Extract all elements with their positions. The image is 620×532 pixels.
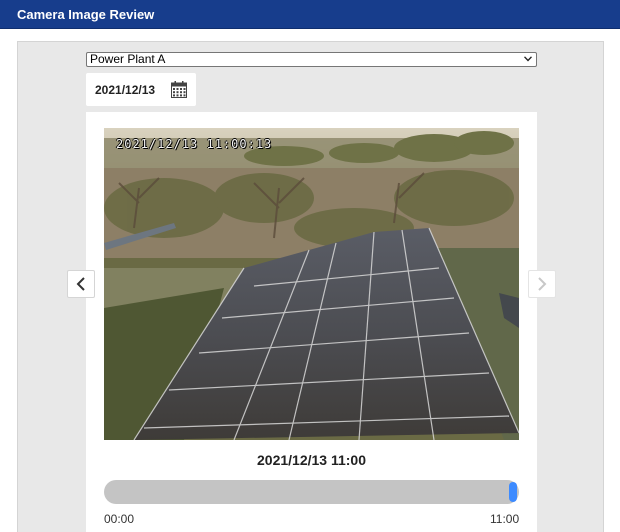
image-caption: 2021/12/13 11:00 — [257, 452, 366, 468]
camera-image: 2021/12/13 11:00:13 — [104, 128, 519, 440]
chevron-right-icon — [538, 277, 547, 291]
date-picker[interactable]: 2021/12/13 — [86, 73, 196, 106]
timeline-end-label: 11:00 — [490, 512, 520, 526]
solar-farm-photo — [104, 128, 519, 440]
next-image-button[interactable] — [528, 270, 556, 298]
chevron-down-icon — [524, 56, 532, 62]
calendar-icon[interactable] — [171, 81, 187, 98]
date-value: 2021/12/13 — [95, 83, 156, 97]
timeline-slider[interactable] — [104, 480, 519, 504]
chevron-left-icon — [76, 277, 85, 291]
timeline-start-label: 00:00 — [104, 512, 135, 526]
timeline-thumb[interactable] — [509, 482, 517, 502]
app-header: Camera Image Review — [0, 0, 620, 29]
image-timestamp-overlay: 2021/12/13 11:00:13 — [116, 137, 273, 151]
previous-image-button[interactable] — [67, 270, 95, 298]
site-select-value: Power Plant A — [90, 52, 166, 66]
app-title: Camera Image Review — [17, 7, 155, 22]
timeline-track[interactable] — [104, 480, 519, 504]
site-select[interactable]: Power Plant A — [86, 52, 537, 67]
